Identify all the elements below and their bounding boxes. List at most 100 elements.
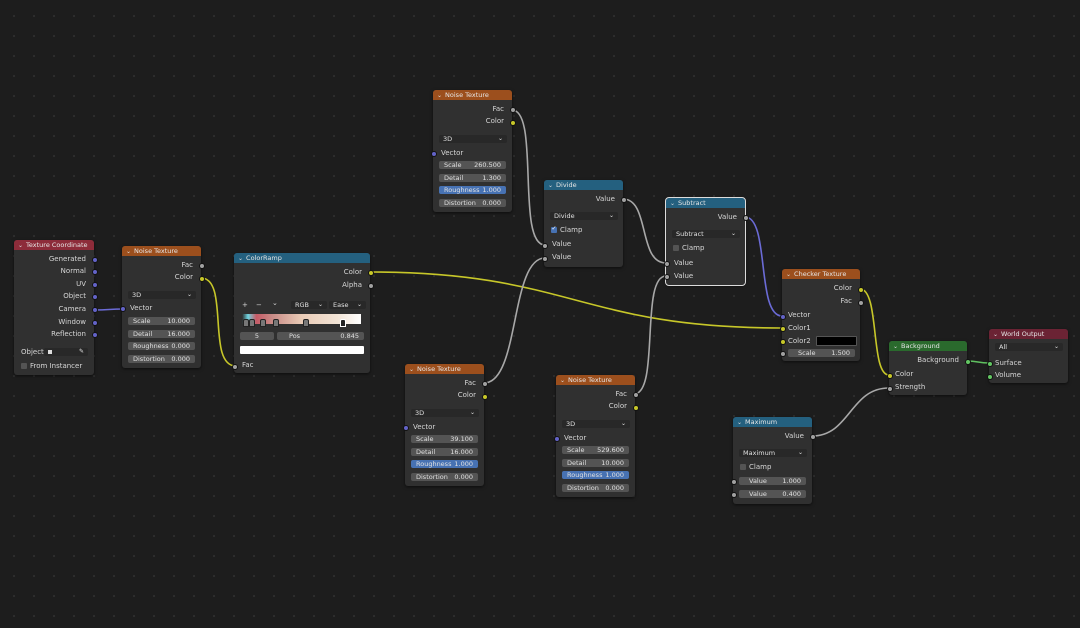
node-header[interactable]: ⌄ ColorRamp <box>234 253 370 263</box>
socket-color2[interactable] <box>780 339 786 345</box>
socket-vector[interactable] <box>431 151 437 157</box>
socket-window[interactable] <box>92 320 98 326</box>
scale-field[interactable]: Scale 1.500 <box>788 349 855 357</box>
color-stop-marker[interactable] <box>249 319 256 327</box>
chevron-down-icon[interactable]: ⌄ <box>560 376 565 385</box>
socket-fac[interactable] <box>199 263 205 269</box>
node-header[interactable]: ⌄ Background <box>889 341 967 351</box>
clamp-checkbox[interactable] <box>551 225 557 233</box>
distortion-field[interactable]: Distortion 0.000 <box>411 473 478 481</box>
object-picker[interactable]: ✎ <box>44 348 88 356</box>
noise-texture-node-right[interactable]: ⌄ Noise Texture Fac Color 3D ⌄ Vector Scal… <box>554 375 639 497</box>
node-header[interactable]: ⌄ Texture Coordinate <box>14 240 94 250</box>
clamp-checkbox[interactable] <box>673 245 679 251</box>
color-stop-marker[interactable] <box>259 319 266 327</box>
socket-vector[interactable] <box>554 436 560 442</box>
socket-color[interactable] <box>858 287 864 293</box>
chevron-down-icon[interactable]: ⌄ <box>238 254 243 263</box>
distortion-field[interactable]: Distortion 0.000 <box>562 484 629 492</box>
socket-scale[interactable] <box>780 351 786 357</box>
socket-value-in-1[interactable] <box>542 243 548 249</box>
scale-field[interactable]: Scale 260.500 <box>439 161 506 169</box>
socket-vector[interactable] <box>120 306 126 312</box>
ramp-menu-button[interactable]: ⌄ <box>272 299 278 308</box>
roughness-field[interactable]: Roughness 1.000 <box>562 471 629 479</box>
detail-field[interactable]: Detail 10.000 <box>562 459 629 467</box>
interpolation-dropdown[interactable]: Ease ⌄ <box>329 301 366 309</box>
socket-value-out[interactable] <box>621 197 627 203</box>
socket-value-in-1[interactable] <box>664 261 670 267</box>
node-header[interactable]: ⌄ Noise Texture <box>122 246 201 256</box>
color-stop-marker[interactable] <box>340 319 347 327</box>
socket-value-out[interactable] <box>810 434 816 440</box>
roughness-field[interactable]: Roughness 1.000 <box>439 186 506 194</box>
socket-uv[interactable] <box>92 282 98 288</box>
socket-color[interactable] <box>887 373 893 379</box>
socket-object[interactable] <box>92 294 98 300</box>
target-dropdown[interactable]: All ⌄ <box>995 343 1063 351</box>
socket-volume[interactable] <box>987 374 993 380</box>
add-stop-button[interactable]: + <box>242 301 248 310</box>
operation-dropdown[interactable]: Subtract ⌄ <box>672 230 740 238</box>
socket-value-out[interactable] <box>743 215 749 221</box>
socket-normal[interactable] <box>92 269 98 275</box>
dimensions-dropdown[interactable]: 3D ⌄ <box>439 135 507 143</box>
socket-fac[interactable] <box>482 381 488 387</box>
socket-value-in-1[interactable] <box>731 479 737 485</box>
roughness-field[interactable]: Roughness 1.000 <box>411 460 478 468</box>
texture-coordinate-node[interactable]: ⌄ Texture Coordinate Generated Normal UV … <box>14 240 98 375</box>
socket-color[interactable] <box>482 394 488 400</box>
world-output-node[interactable]: ⌄ World Output All ⌄ Surface Volume <box>987 329 1068 383</box>
chevron-down-icon[interactable]: ⌄ <box>548 181 553 190</box>
node-header[interactable]: ⌄ Noise Texture <box>433 90 512 100</box>
scale-field[interactable]: Scale 529.600 <box>562 446 629 454</box>
dimensions-dropdown[interactable]: 3D ⌄ <box>411 409 479 417</box>
stop-position-field[interactable]: Pos 0.845 <box>277 332 364 340</box>
socket-surface[interactable] <box>987 361 993 367</box>
operation-dropdown[interactable]: Maximum ⌄ <box>739 449 807 457</box>
color-mode-dropdown[interactable]: RGB ⌄ <box>291 301 327 309</box>
node-header[interactable]: ⌄ Noise Texture <box>556 375 635 385</box>
node-header[interactable]: ⌄ World Output <box>989 329 1068 339</box>
noise-texture-node-left[interactable]: ⌄ Noise Texture Fac Color 3D ⌄ Vector Scal… <box>120 246 205 368</box>
dimensions-dropdown[interactable]: 3D ⌄ <box>128 291 196 299</box>
eyedropper-icon[interactable]: ✎ <box>79 348 84 356</box>
divide-node[interactable]: ⌄Divide Value Divide⌄ Clamp Value Value <box>542 180 627 267</box>
value-1-field[interactable]: Value 1.000 <box>739 477 806 485</box>
chevron-down-icon[interactable]: ⌄ <box>786 270 791 279</box>
distortion-field[interactable]: Distortion 0.000 <box>128 355 195 363</box>
roughness-field[interactable]: Roughness 0.000 <box>128 342 195 350</box>
dimensions-dropdown[interactable]: 3D ⌄ <box>562 420 630 428</box>
detail-field[interactable]: Detail 1.300 <box>439 174 506 182</box>
socket-color[interactable] <box>633 405 639 411</box>
scale-field[interactable]: Scale 10.000 <box>128 317 195 325</box>
socket-generated[interactable] <box>92 257 98 263</box>
socket-camera[interactable] <box>92 307 98 313</box>
socket-value-in-2[interactable] <box>731 492 737 498</box>
stop-index-field[interactable]: 5 <box>240 332 274 340</box>
socket-color[interactable] <box>199 276 205 282</box>
socket-color1[interactable] <box>780 326 786 332</box>
socket-alpha[interactable] <box>368 283 374 289</box>
value-2-field[interactable]: Value 0.400 <box>739 490 806 498</box>
socket-reflection[interactable] <box>92 332 98 338</box>
socket-background-out[interactable] <box>965 359 971 365</box>
chevron-down-icon[interactable]: ⌄ <box>18 241 23 250</box>
socket-value-in-2[interactable] <box>542 256 548 262</box>
chevron-down-icon[interactable]: ⌄ <box>409 365 414 374</box>
checker-texture-node[interactable]: ⌄ Checker Texture Color Fac Vector Color1… <box>780 269 864 361</box>
chevron-down-icon[interactable]: ⌄ <box>126 247 131 256</box>
socket-fac[interactable] <box>232 364 238 370</box>
socket-fac[interactable] <box>510 107 516 113</box>
colorramp-node[interactable]: ⌄ ColorRamp Color Alpha + − ⌄ RGB ⌄ Ease ⌄ … <box>232 253 374 373</box>
node-header[interactable]: ⌄ Checker Texture <box>782 269 860 279</box>
socket-fac[interactable] <box>633 392 639 398</box>
remove-stop-button[interactable]: − <box>256 301 262 310</box>
stop-color-swatch[interactable] <box>240 346 364 354</box>
socket-vector[interactable] <box>403 425 409 431</box>
chevron-down-icon[interactable]: ⌄ <box>993 330 998 339</box>
chevron-down-icon[interactable]: ⌄ <box>670 199 675 208</box>
scale-field[interactable]: Scale 39.100 <box>411 435 478 443</box>
maximum-node[interactable]: ⌄ Maximum Value Maximum ⌄ Clamp Value 1.000… <box>731 417 816 504</box>
noise-texture-node-top[interactable]: ⌄ Noise Texture Fac Color 3D ⌄ Vector Scal… <box>431 90 516 212</box>
